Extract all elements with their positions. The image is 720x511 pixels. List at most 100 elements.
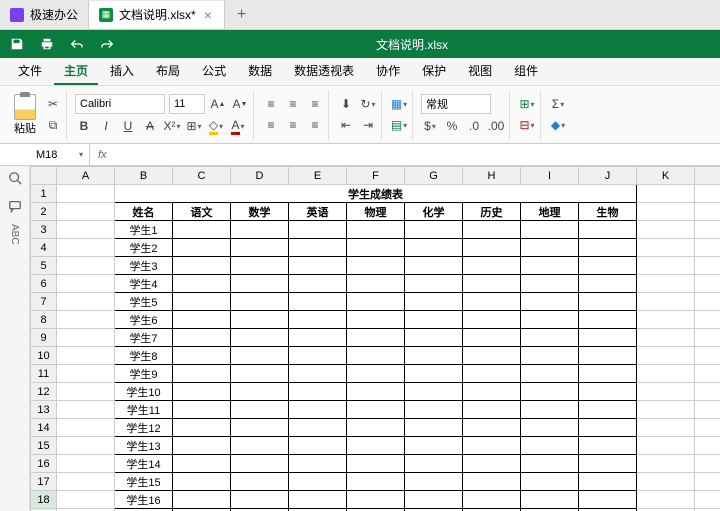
cell-A8[interactable] bbox=[57, 311, 115, 329]
cell-L16[interactable] bbox=[695, 455, 720, 473]
cell-E15[interactable] bbox=[289, 437, 347, 455]
row-header-8[interactable]: 8 bbox=[31, 311, 57, 329]
cell-F7[interactable] bbox=[347, 293, 405, 311]
cell-H8[interactable] bbox=[463, 311, 521, 329]
col-header-F[interactable]: F bbox=[347, 167, 405, 185]
cell-L5[interactable] bbox=[695, 257, 720, 275]
cell-B11[interactable]: 学生9 bbox=[115, 365, 173, 383]
insert-function-icon[interactable]: ▤▾ bbox=[390, 116, 408, 134]
row-header-11[interactable]: 11 bbox=[31, 365, 57, 383]
cell-K3[interactable] bbox=[637, 221, 695, 239]
col-header-L[interactable]: L bbox=[695, 167, 720, 185]
cell-K7[interactable] bbox=[637, 293, 695, 311]
cell-K4[interactable] bbox=[637, 239, 695, 257]
cell-I9[interactable] bbox=[521, 329, 579, 347]
align-left-icon[interactable]: ≡ bbox=[262, 116, 280, 134]
cell-B8[interactable]: 学生6 bbox=[115, 311, 173, 329]
cell-H16[interactable] bbox=[463, 455, 521, 473]
cell-D16[interactable] bbox=[231, 455, 289, 473]
delete-cells-icon[interactable]: ⊟▾ bbox=[518, 116, 536, 134]
menu-文件[interactable]: 文件 bbox=[8, 58, 52, 85]
cell-C5[interactable] bbox=[173, 257, 231, 275]
cell-L17[interactable] bbox=[695, 473, 720, 491]
menu-协作[interactable]: 协作 bbox=[366, 58, 410, 85]
row-header-18[interactable]: 18 bbox=[31, 491, 57, 509]
cell-L10[interactable] bbox=[695, 347, 720, 365]
row-header-14[interactable]: 14 bbox=[31, 419, 57, 437]
cell-F9[interactable] bbox=[347, 329, 405, 347]
cell-K15[interactable] bbox=[637, 437, 695, 455]
cell-I6[interactable] bbox=[521, 275, 579, 293]
cell-H9[interactable] bbox=[463, 329, 521, 347]
cell-A12[interactable] bbox=[57, 383, 115, 401]
cell-H14[interactable] bbox=[463, 419, 521, 437]
currency-icon[interactable]: $▾ bbox=[421, 117, 439, 135]
cell-I12[interactable] bbox=[521, 383, 579, 401]
cell-F15[interactable] bbox=[347, 437, 405, 455]
col-header-B[interactable]: B bbox=[115, 167, 173, 185]
cell-J8[interactable] bbox=[579, 311, 637, 329]
cell-B9[interactable]: 学生7 bbox=[115, 329, 173, 347]
tab-document[interactable]: ▦ 文档说明.xlsx* × bbox=[89, 1, 225, 29]
clipboard-sidebar-icon[interactable]: ABC bbox=[7, 226, 23, 242]
select-all-corner[interactable] bbox=[31, 167, 57, 185]
cell-I7[interactable] bbox=[521, 293, 579, 311]
tab-app-home[interactable]: 极速办公 bbox=[0, 1, 89, 29]
cell-D13[interactable] bbox=[231, 401, 289, 419]
cell-L12[interactable] bbox=[695, 383, 720, 401]
cell-C10[interactable] bbox=[173, 347, 231, 365]
align-bottom-icon[interactable]: ≡ bbox=[306, 95, 324, 113]
cell-I15[interactable] bbox=[521, 437, 579, 455]
row-header-16[interactable]: 16 bbox=[31, 455, 57, 473]
cell-E5[interactable] bbox=[289, 257, 347, 275]
cell-C9[interactable] bbox=[173, 329, 231, 347]
row-header-1[interactable]: 1 bbox=[31, 185, 57, 203]
cell-J11[interactable] bbox=[579, 365, 637, 383]
cell-D12[interactable] bbox=[231, 383, 289, 401]
row-header-15[interactable]: 15 bbox=[31, 437, 57, 455]
cell-L11[interactable] bbox=[695, 365, 720, 383]
row-header-10[interactable]: 10 bbox=[31, 347, 57, 365]
bold-button[interactable]: B bbox=[75, 117, 93, 135]
cell-A7[interactable] bbox=[57, 293, 115, 311]
menu-公式[interactable]: 公式 bbox=[192, 58, 236, 85]
cell-K2[interactable] bbox=[637, 203, 695, 221]
cell-F16[interactable] bbox=[347, 455, 405, 473]
col-header-E[interactable]: E bbox=[289, 167, 347, 185]
cell-E9[interactable] bbox=[289, 329, 347, 347]
cell-F2[interactable]: 物理 bbox=[347, 203, 405, 221]
cell-A11[interactable] bbox=[57, 365, 115, 383]
cell-E10[interactable] bbox=[289, 347, 347, 365]
cell-C2[interactable]: 语文 bbox=[173, 203, 231, 221]
cell-D15[interactable] bbox=[231, 437, 289, 455]
cell-L3[interactable] bbox=[695, 221, 720, 239]
cell-D11[interactable] bbox=[231, 365, 289, 383]
cell-C7[interactable] bbox=[173, 293, 231, 311]
cell-J14[interactable] bbox=[579, 419, 637, 437]
cell-I11[interactable] bbox=[521, 365, 579, 383]
title-cell[interactable]: 学生成绩表 bbox=[115, 185, 637, 203]
cell-J9[interactable] bbox=[579, 329, 637, 347]
name-box[interactable]: M18▾ bbox=[30, 144, 90, 165]
cell-H5[interactable] bbox=[463, 257, 521, 275]
cell-G7[interactable] bbox=[405, 293, 463, 311]
cell-E13[interactable] bbox=[289, 401, 347, 419]
cell-H6[interactable] bbox=[463, 275, 521, 293]
row-header-12[interactable]: 12 bbox=[31, 383, 57, 401]
cell-H10[interactable] bbox=[463, 347, 521, 365]
cell-A3[interactable] bbox=[57, 221, 115, 239]
cell-F17[interactable] bbox=[347, 473, 405, 491]
cell-G13[interactable] bbox=[405, 401, 463, 419]
cell-A18[interactable] bbox=[57, 491, 115, 509]
cell-L2[interactable] bbox=[695, 203, 720, 221]
cell-A10[interactable] bbox=[57, 347, 115, 365]
row-header-9[interactable]: 9 bbox=[31, 329, 57, 347]
cell-A5[interactable] bbox=[57, 257, 115, 275]
row-header-5[interactable]: 5 bbox=[31, 257, 57, 275]
orientation-icon[interactable]: ↻▾ bbox=[359, 95, 377, 113]
cell-C12[interactable] bbox=[173, 383, 231, 401]
font-name-select[interactable] bbox=[75, 94, 165, 114]
cell-J18[interactable] bbox=[579, 491, 637, 509]
cell-E12[interactable] bbox=[289, 383, 347, 401]
cell-I8[interactable] bbox=[521, 311, 579, 329]
